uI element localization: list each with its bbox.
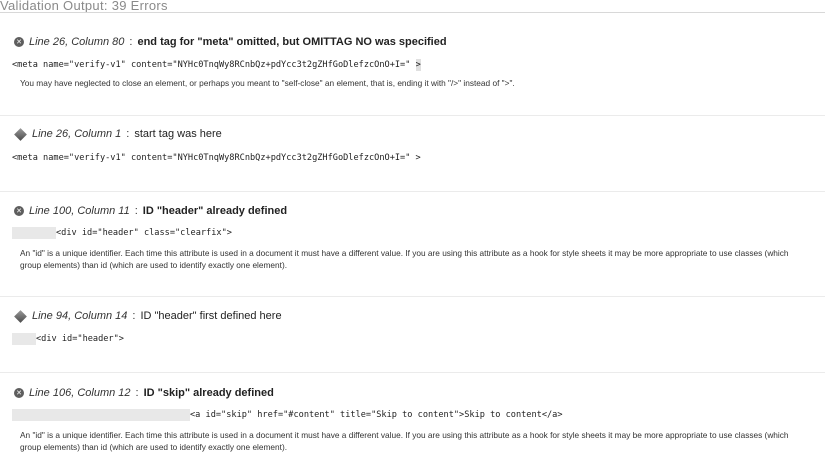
info-location: Line 94, Column 14 <box>32 310 128 322</box>
source-code-line: <div id="header" class="clearfix"> <box>12 227 232 239</box>
error-explanation: You may have neglected to close an eleme… <box>20 78 515 88</box>
error-heading: ✕ Line 100, Column 11: ID "header" alrea… <box>14 205 287 217</box>
info-entry: Line 94, Column 14: ID "header" first de… <box>0 296 825 373</box>
source-code-line: <meta name="verify-v1" content="NYHc0Tnq… <box>12 59 421 71</box>
info-diamond-icon <box>14 127 27 141</box>
error-location: Line 106, Column 12 <box>29 387 131 399</box>
source-code-line: <a id="skip" href="#content" title="Skip… <box>12 409 563 421</box>
source-code-line: <meta name="verify-v1" content="NYHc0Tnq… <box>12 153 421 163</box>
error-heading: ✕ Line 26, Column 80: end tag for "meta"… <box>14 36 447 48</box>
info-diamond-icon <box>14 309 27 323</box>
info-message: start tag was here <box>134 128 222 140</box>
error-explanation: An "id" is a unique identifier. Each tim… <box>20 430 789 452</box>
error-location: Line 100, Column 11 <box>29 205 130 217</box>
error-marker: > <box>415 59 421 71</box>
error-entry: ✕ Line 26, Column 80: end tag for "meta"… <box>0 13 825 116</box>
error-explanation: An "id" is a unique identifier. Each tim… <box>20 248 789 270</box>
error-heading: ✕ Line 106, Column 12: ID "skip" already… <box>14 387 274 399</box>
info-message: ID "header" first defined here <box>140 310 282 322</box>
error-message: end tag for "meta" omitted, but OMITTAG … <box>137 36 447 48</box>
error-entry: ✕ Line 100, Column 11: ID "header" alrea… <box>0 191 825 297</box>
info-heading: Line 94, Column 14: ID "header" first de… <box>14 309 282 323</box>
error-circle-icon: ✕ <box>14 37 24 47</box>
info-heading: Line 26, Column 1: start tag was here <box>14 127 222 141</box>
error-circle-icon: ✕ <box>14 206 24 216</box>
error-entry: ✕ Line 106, Column 12: ID "skip" already… <box>0 372 825 471</box>
source-code-line: <div id="header"> <box>12 333 124 345</box>
error-message: ID "header" already defined <box>142 205 288 217</box>
info-entry: Line 26, Column 1: start tag was here <m… <box>0 115 825 192</box>
error-location: Line 26, Column 80 <box>29 36 125 48</box>
error-circle-icon: ✕ <box>14 388 24 398</box>
info-location: Line 26, Column 1 <box>32 128 122 140</box>
error-message: ID "skip" already defined <box>143 387 274 399</box>
